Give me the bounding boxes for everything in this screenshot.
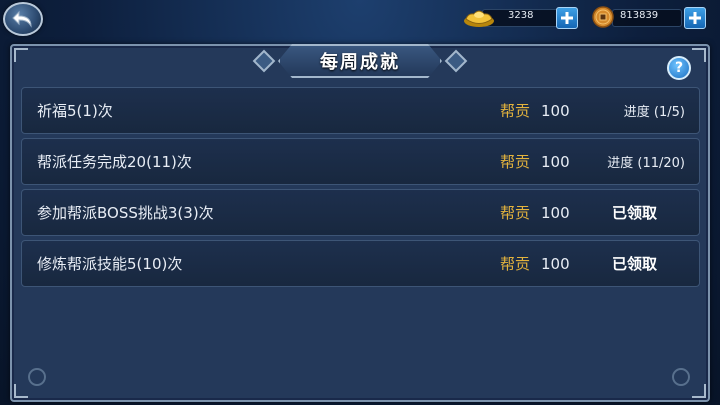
- achievement-task: 帮派任务完成20(11)次: [37, 153, 192, 171]
- claimed-status: 已领取: [612, 255, 658, 273]
- title-diamond-ornament: [444, 49, 468, 73]
- panel-corner-ornament: [14, 48, 28, 62]
- coin-value: 813839: [620, 10, 659, 21]
- achievement-progress: 进度 (11/20): [607, 156, 685, 171]
- claimed-status: 已领取: [612, 204, 658, 222]
- cloud-ornament-icon: [28, 368, 46, 386]
- reward-value: 100: [541, 101, 570, 120]
- achievement-task: 修炼帮派技能5(10)次: [37, 255, 183, 273]
- back-arrow-icon: [12, 10, 32, 28]
- panel-title-plate: 每周成就: [252, 40, 468, 82]
- gold-ingot-icon: [462, 4, 496, 34]
- gold-value: 3238: [508, 10, 534, 21]
- gold-currency: 3238: [462, 7, 582, 29]
- reward-value: 100: [541, 254, 570, 273]
- reward-label: 帮贡: [500, 255, 531, 273]
- achievement-task: 祈福5(1)次: [37, 102, 113, 120]
- reward-label: 帮贡: [500, 153, 531, 171]
- panel-corner-ornament: [692, 384, 706, 398]
- achievement-row: 祈福5(1)次 帮贡 100 进度 (1/5): [21, 87, 700, 134]
- achievement-progress: 进度 (1/5): [623, 105, 685, 120]
- achievement-row: 参加帮派BOSS挑战3(3)次 帮贡 100 已领取: [21, 189, 700, 236]
- plus-icon: [689, 12, 701, 24]
- title-diamond-ornament: [252, 49, 276, 73]
- copper-coin-icon: [592, 6, 614, 32]
- reward-label: 帮贡: [500, 102, 531, 120]
- reward-value: 100: [541, 152, 570, 171]
- back-button[interactable]: [3, 2, 43, 36]
- achievement-row: 帮派任务完成20(11)次 帮贡 100 进度 (11/20): [21, 138, 700, 185]
- coin-currency: 813839: [592, 6, 712, 32]
- gold-add-button[interactable]: [556, 7, 578, 29]
- top-bar: 3238 813839: [0, 0, 720, 40]
- help-button[interactable]: ?: [667, 56, 691, 80]
- panel-corner-ornament: [692, 48, 706, 62]
- coin-add-button[interactable]: [684, 7, 706, 29]
- achievement-task: 参加帮派BOSS挑战3(3)次: [37, 204, 214, 222]
- panel-corner-ornament: [14, 384, 28, 398]
- page-title: 每周成就: [320, 52, 400, 73]
- cloud-ornament-icon: [672, 368, 690, 386]
- plus-icon: [561, 12, 573, 24]
- achievement-row: 修炼帮派技能5(10)次 帮贡 100 已领取: [21, 240, 700, 287]
- reward-label: 帮贡: [500, 204, 531, 222]
- reward-value: 100: [541, 203, 570, 222]
